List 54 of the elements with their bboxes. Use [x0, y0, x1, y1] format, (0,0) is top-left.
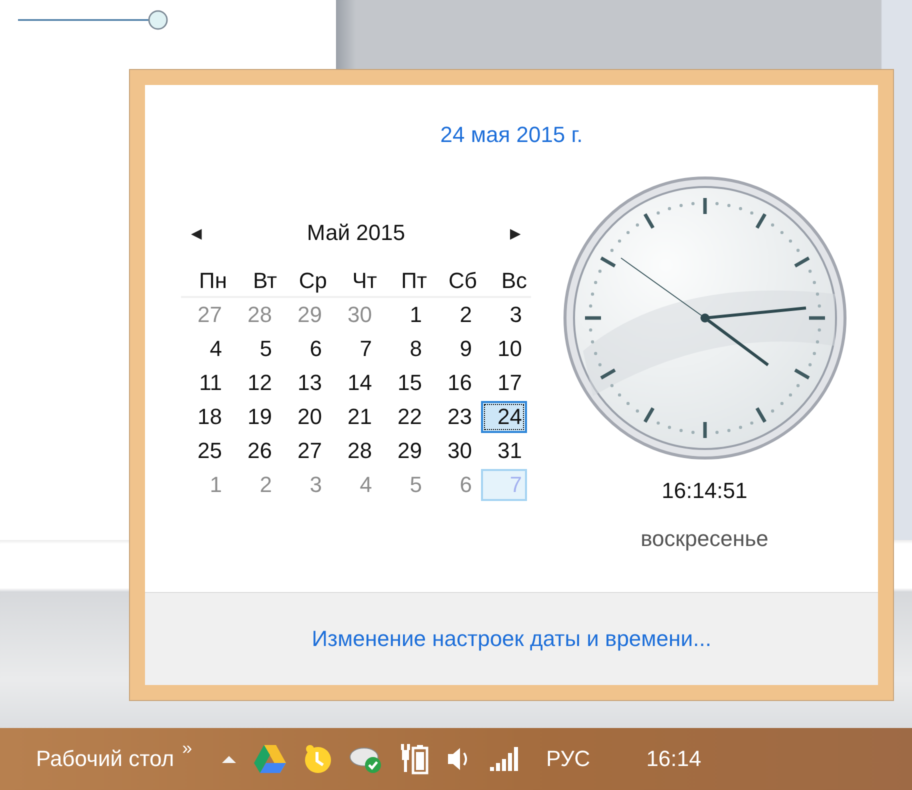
calendar-day[interactable]: 26	[231, 435, 277, 467]
toolbar-chevron[interactable]: »	[182, 738, 192, 758]
calendar-day[interactable]: 27	[281, 435, 327, 467]
calendar-day[interactable]: 23	[431, 401, 477, 433]
digital-time: 16:14:51	[662, 478, 748, 504]
calendar-day[interactable]: 4	[181, 333, 227, 365]
calendar-day[interactable]: 8	[381, 333, 427, 365]
calendar-day[interactable]: 12	[231, 367, 277, 399]
calendar-day[interactable]: 9	[431, 333, 477, 365]
weekday-label: Вт	[252, 268, 278, 294]
calendar-day[interactable]: 16	[431, 367, 477, 399]
language-indicator[interactable]: РУС	[546, 746, 590, 772]
weekday-name: воскресенье	[640, 526, 768, 552]
calendar-day[interactable]: 3	[481, 299, 527, 331]
calendar-day[interactable]: 11	[181, 367, 227, 399]
calendar-day[interactable]: 6	[281, 333, 327, 365]
calendar-day[interactable]: 25	[181, 435, 227, 467]
weekday-label: Пн	[198, 268, 228, 294]
calendar-day[interactable]: 13	[281, 367, 327, 399]
next-month-button[interactable]: ▶	[510, 225, 521, 241]
previous-month-button[interactable]: ◀	[191, 225, 202, 241]
slider-thumb[interactable]	[148, 10, 168, 30]
date-link[interactable]: 24 мая 2015 г.	[440, 122, 583, 148]
toolbar-label[interactable]: Рабочий стол	[36, 746, 174, 772]
weekday-label: Сб	[448, 268, 478, 294]
calendar-day[interactable]: 31	[481, 435, 527, 467]
calendar-day[interactable]: 22	[381, 401, 427, 433]
weekday-label: Вс	[500, 268, 528, 294]
weekday-label: Пт	[400, 268, 428, 294]
calendar-day[interactable]: 18	[181, 401, 227, 433]
triangle-logo-icon[interactable]	[252, 743, 288, 775]
calendar-day[interactable]: 29	[381, 435, 427, 467]
zoom-slider[interactable]	[18, 10, 168, 30]
taskbar-clock[interactable]: 16:14	[646, 746, 702, 772]
battery-plug-icon[interactable]	[398, 742, 430, 776]
calendar-day[interactable]: 20	[281, 401, 327, 433]
calendar-day[interactable]: 30	[431, 435, 477, 467]
show-hidden-icons-icon[interactable]	[220, 753, 238, 765]
calendar-day[interactable]: 1	[381, 299, 427, 331]
calendar-day[interactable]: 2	[431, 299, 477, 331]
date-time-settings-link[interactable]: Изменение настроек даты и времени...	[312, 626, 712, 652]
calendar-day[interactable]: 10	[481, 333, 527, 365]
calendar-day[interactable]: 14	[331, 367, 377, 399]
calendar-day[interactable]: 28	[331, 435, 377, 467]
calendar-day[interactable]: 17	[481, 367, 527, 399]
calendar-day[interactable]: 7	[331, 333, 377, 365]
calendar-day[interactable]: 15	[381, 367, 427, 399]
calendar-day[interactable]: 21	[331, 401, 377, 433]
calendar-day[interactable]: 5	[231, 333, 277, 365]
month-title[interactable]: Май 2015	[306, 220, 406, 246]
calendar-day[interactable]: 19	[231, 401, 277, 433]
weekday-label: Ср	[298, 268, 328, 294]
weekday-label: Чт	[351, 268, 378, 294]
calendar-day[interactable]: 24	[481, 401, 527, 433]
